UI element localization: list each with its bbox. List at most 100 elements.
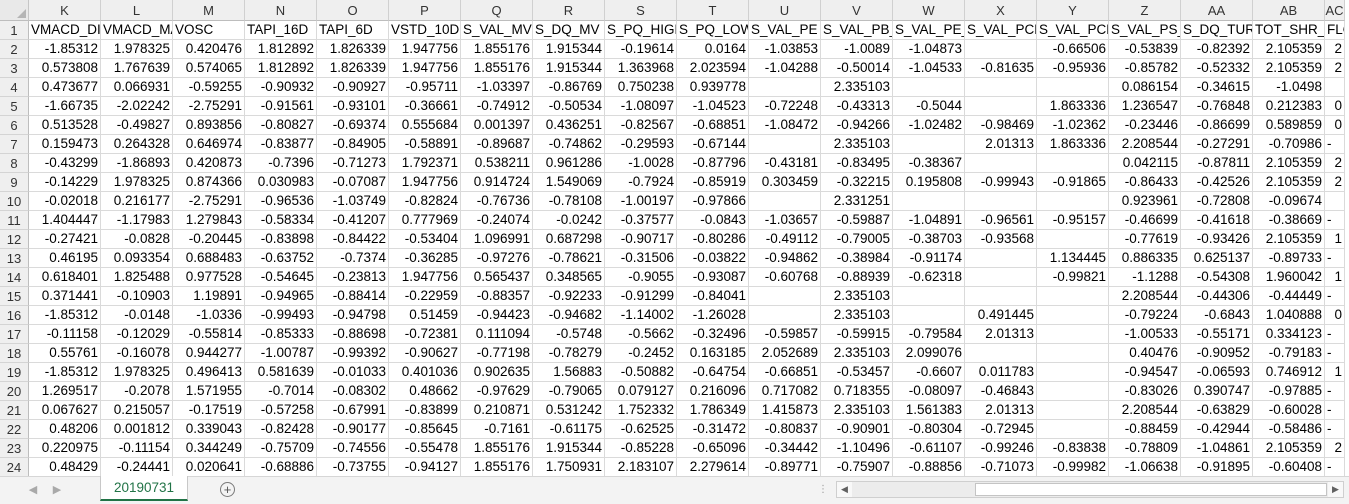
cell-r5[interactable]: -0.50534	[533, 97, 605, 116]
cell-n22[interactable]: -0.82428	[245, 420, 317, 439]
cell-o17[interactable]: -0.88698	[317, 325, 389, 344]
cell-x20[interactable]: -0.46843	[965, 382, 1037, 401]
cell-n21[interactable]: -0.57258	[245, 401, 317, 420]
cell-y8[interactable]	[1037, 154, 1109, 173]
cell-u23[interactable]: -0.34442	[749, 439, 821, 458]
cell-r4[interactable]: -0.86769	[533, 78, 605, 97]
cell-q21[interactable]: 0.210871	[461, 401, 533, 420]
cell-n5[interactable]: -0.91561	[245, 97, 317, 116]
cell-u21[interactable]: 1.415873	[749, 401, 821, 420]
cell-k24[interactable]: 0.48429	[29, 458, 101, 476]
cell-ab3[interactable]: 2.105359	[1253, 59, 1325, 78]
cell-p4[interactable]: -0.95711	[389, 78, 461, 97]
cell-t8[interactable]: -0.87796	[677, 154, 749, 173]
row-header-18[interactable]: 18	[0, 344, 29, 363]
cell-k7[interactable]: 0.159473	[29, 135, 101, 154]
cell-w16[interactable]	[893, 306, 965, 325]
column-header-x[interactable]: X	[965, 0, 1037, 21]
worksheet-grid[interactable]: K L M N O P Q R S T U V W X Y Z AA AB AC 1 2 3 4 5 6 7 8 9 10 11 12 13…	[0, 0, 1349, 476]
cell-y24[interactable]: -0.99982	[1037, 458, 1109, 476]
cell-x14[interactable]	[965, 268, 1037, 287]
cell-l15[interactable]: -0.10903	[101, 287, 173, 306]
cell-p5[interactable]: -0.36661	[389, 97, 461, 116]
cell-l16[interactable]: -0.0148	[101, 306, 173, 325]
cell-s21[interactable]: 1.752332	[605, 401, 677, 420]
cell-y18[interactable]	[1037, 344, 1109, 363]
cell-aa4[interactable]: -0.34615	[1181, 78, 1253, 97]
cell-w3[interactable]: -1.04533	[893, 59, 965, 78]
cell-v7[interactable]: 2.335103	[821, 135, 893, 154]
cell-l11[interactable]: -1.17983	[101, 211, 173, 230]
cell-t19[interactable]: -0.64754	[677, 363, 749, 382]
cell-y6[interactable]: -1.02362	[1037, 116, 1109, 135]
cell-y2[interactable]: -0.66506	[1037, 40, 1109, 59]
cell-r13[interactable]: -0.78621	[533, 249, 605, 268]
cell-m21[interactable]: -0.17519	[173, 401, 245, 420]
cell-y17[interactable]	[1037, 325, 1109, 344]
cell-k12[interactable]: -0.27421	[29, 230, 101, 249]
cell-y12[interactable]	[1037, 230, 1109, 249]
cell-m6[interactable]: 0.893856	[173, 116, 245, 135]
cell-w21[interactable]: 1.561383	[893, 401, 965, 420]
cell-x2[interactable]	[965, 40, 1037, 59]
cell-m2[interactable]: 0.420476	[173, 40, 245, 59]
cell-z16[interactable]: -0.79224	[1109, 306, 1181, 325]
cell-ac3[interactable]: 2	[1325, 59, 1345, 78]
cell-v4[interactable]: 2.335103	[821, 78, 893, 97]
cell-s18[interactable]: -0.2452	[605, 344, 677, 363]
cell-q5[interactable]: -0.74912	[461, 97, 533, 116]
cell-aa14[interactable]: -0.54308	[1181, 268, 1253, 287]
cell-v13[interactable]: -0.38984	[821, 249, 893, 268]
cell-v21[interactable]: 2.335103	[821, 401, 893, 420]
cell-o23[interactable]: -0.74556	[317, 439, 389, 458]
cell-v24[interactable]: -0.75907	[821, 458, 893, 476]
cell-q11[interactable]: -0.24074	[461, 211, 533, 230]
row-header-3[interactable]: 3	[0, 59, 29, 78]
cell-y11[interactable]: -0.95157	[1037, 211, 1109, 230]
cell-w13[interactable]: -0.91174	[893, 249, 965, 268]
cell-y7[interactable]: 1.863336	[1037, 135, 1109, 154]
cell-n7[interactable]: -0.83877	[245, 135, 317, 154]
cell-r3[interactable]: 1.915344	[533, 59, 605, 78]
cell-ac18[interactable]: -	[1325, 344, 1345, 363]
cell-w24[interactable]: -0.88856	[893, 458, 965, 476]
cell-z14[interactable]: -1.1288	[1109, 268, 1181, 287]
cell-v3[interactable]: -0.50014	[821, 59, 893, 78]
cell-y10[interactable]	[1037, 192, 1109, 211]
cell-u18[interactable]: 2.052689	[749, 344, 821, 363]
cell-q4[interactable]: -1.03397	[461, 78, 533, 97]
cell-m14[interactable]: 0.977528	[173, 268, 245, 287]
cell-r21[interactable]: 0.531242	[533, 401, 605, 420]
cell-r19[interactable]: 1.56883	[533, 363, 605, 382]
scroll-right-icon[interactable]: ▶	[1328, 482, 1343, 497]
cell-l24[interactable]: -0.24441	[101, 458, 173, 476]
cell-u12[interactable]: -0.49112	[749, 230, 821, 249]
cell-aa11[interactable]: -0.41618	[1181, 211, 1253, 230]
cell-x18[interactable]	[965, 344, 1037, 363]
cell-w5[interactable]: -0.5044	[893, 97, 965, 116]
cell-t9[interactable]: -0.85919	[677, 173, 749, 192]
cell-q2[interactable]: 1.855176	[461, 40, 533, 59]
cell-x17[interactable]: 2.01313	[965, 325, 1037, 344]
cell-x23[interactable]: -0.99246	[965, 439, 1037, 458]
cell-q12[interactable]: 1.096991	[461, 230, 533, 249]
cell-aa6[interactable]: -0.86699	[1181, 116, 1253, 135]
cell-ab23[interactable]: 2.105359	[1253, 439, 1325, 458]
cell-aa24[interactable]: -0.91895	[1181, 458, 1253, 476]
cell-t23[interactable]: -0.65096	[677, 439, 749, 458]
cell-ac20[interactable]: -	[1325, 382, 1345, 401]
cell-r14[interactable]: 0.348565	[533, 268, 605, 287]
row-header-1[interactable]: 1	[0, 21, 29, 40]
cell-z3[interactable]: -0.85782	[1109, 59, 1181, 78]
cell-ab17[interactable]: 0.334123	[1253, 325, 1325, 344]
cell-y13[interactable]: 1.134445	[1037, 249, 1109, 268]
row-header-6[interactable]: 6	[0, 116, 29, 135]
cell-z5[interactable]: 1.236547	[1109, 97, 1181, 116]
cell-p20[interactable]: 0.48662	[389, 382, 461, 401]
cell-p7[interactable]: -0.58891	[389, 135, 461, 154]
cell-z4[interactable]: 0.086154	[1109, 78, 1181, 97]
cell-ab6[interactable]: 0.589859	[1253, 116, 1325, 135]
cell-w17[interactable]: -0.79584	[893, 325, 965, 344]
cell-z18[interactable]: 0.40476	[1109, 344, 1181, 363]
row-header-10[interactable]: 10	[0, 192, 29, 211]
